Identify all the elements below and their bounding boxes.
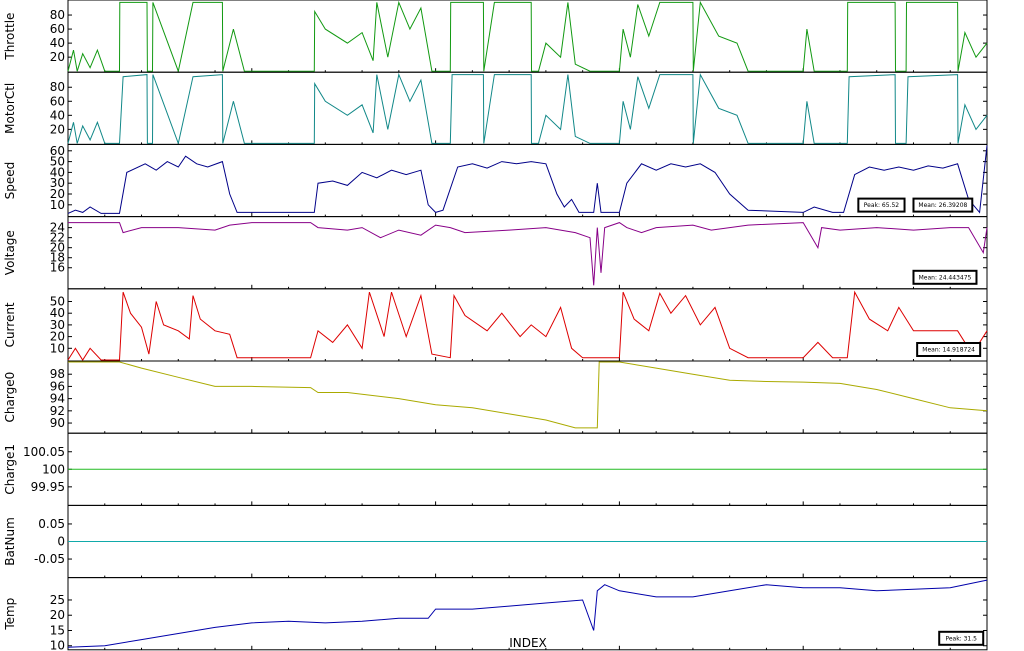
y-tick-label: -0.05: [34, 552, 65, 566]
y-tick-label: 90: [50, 416, 65, 430]
y-tick-label: 80: [50, 80, 65, 94]
y-tick-label: 0.05: [38, 517, 65, 531]
series-line-voltage: [68, 222, 988, 286]
y-axis-label: Speed: [3, 162, 17, 200]
annotation-box: Peak: 31.5: [938, 630, 985, 646]
panel-charge0: 9092949698 Charge0: [3, 360, 988, 434]
annotation-text: Peak: 65.52: [864, 202, 900, 209]
y-tick-label: 50: [50, 295, 65, 309]
panel-motorctl: 20406080 MotorCtl: [3, 71, 988, 146]
panel-frame: [67, 143, 988, 218]
y-tick-label: 92: [50, 404, 65, 418]
panel-frame: [67, 0, 988, 73]
y-tick-label: 0: [57, 535, 65, 549]
panel-current: 1020304050CurrentMean: 14.918724: [3, 288, 988, 362]
y-tick-label: 24: [50, 221, 65, 235]
panel-throttle: 20406080 Throttle: [3, 0, 988, 73]
y-axis-label: Charge0: [3, 372, 17, 423]
chart-panels: 20406080Throttle20406080MotorCtl10203040…: [3, 0, 988, 651]
panel-speed: 102030405060SpeedPeak: 65.52 Mean: 26.392…: [3, 143, 988, 218]
panel-frame: [67, 288, 988, 362]
y-axis-label: Charge1: [3, 444, 17, 495]
y-tick-label: 100: [42, 462, 65, 476]
y-tick-label: 60: [50, 144, 65, 158]
stacked-line-chart: 20406080Throttle20406080MotorCtl10203040…: [3, 0, 988, 651]
y-tick-label: 20: [50, 50, 65, 64]
panel-batnum: -0.05 0 0.05 BatNum: [3, 504, 988, 579]
annotation-box: Mean: 24.443475: [912, 269, 978, 285]
annotation-text: Mean: 24.443475: [919, 274, 972, 281]
y-tick-label: 98: [50, 367, 65, 381]
series-line-motorctl: [67, 72, 988, 146]
series-line-charge0: [68, 361, 988, 429]
y-tick-label: 96: [50, 379, 65, 393]
y-tick-label: 60: [50, 22, 65, 36]
series-line-speed: [67, 145, 988, 214]
panel-frame: [67, 216, 988, 290]
panel-voltage: 1618202224VoltageMean: 24.443475: [3, 216, 988, 290]
panel-temp: 10 152025 Temp Peak: 31.5: [3, 577, 988, 651]
panel-frame: [67, 360, 988, 434]
series-line-current: [67, 290, 988, 361]
y-axis-label: BatNum: [3, 517, 17, 566]
y-axis-label: MotorCtl: [3, 83, 17, 134]
y-tick-label: 20: [50, 122, 65, 136]
annotation-text: Peak: 31.5: [945, 635, 977, 642]
annotation-text: Mean: 26.39208: [918, 202, 967, 209]
y-axis-label: Throttle: [3, 13, 17, 61]
y-tick-label: 94: [50, 392, 65, 406]
annotation-text: Mean: 14.918724: [922, 347, 975, 354]
y-tick-label: 15: [50, 623, 65, 637]
y-tick-label: 60: [50, 94, 65, 108]
y-tick-label: 80: [50, 8, 65, 22]
y-tick-label: 40: [50, 108, 65, 122]
y-tick-label: 20: [50, 608, 65, 622]
annotation-box: Mean: 14.918724: [916, 342, 982, 357]
y-tick-label: 99.95: [31, 480, 65, 494]
series-line-throttle: [67, 0, 988, 73]
annotation-box: Peak: 65.52: [857, 197, 906, 213]
x-axis-label: INDEX: [509, 636, 547, 650]
y-tick-label: 40: [50, 36, 65, 50]
y-axis-label: Temp: [3, 598, 17, 631]
y-axis-label: Current: [3, 302, 17, 347]
y-tick-label: 25: [50, 593, 65, 607]
annotation-box: Mean: 26.39208: [912, 197, 974, 213]
panel-charge1: 99.95 100 100.05 Charge1: [3, 432, 988, 506]
y-tick-label: 100.05: [23, 445, 65, 459]
y-axis-label: Voltage: [3, 230, 17, 275]
y-tick-label: 10: [50, 639, 65, 651]
